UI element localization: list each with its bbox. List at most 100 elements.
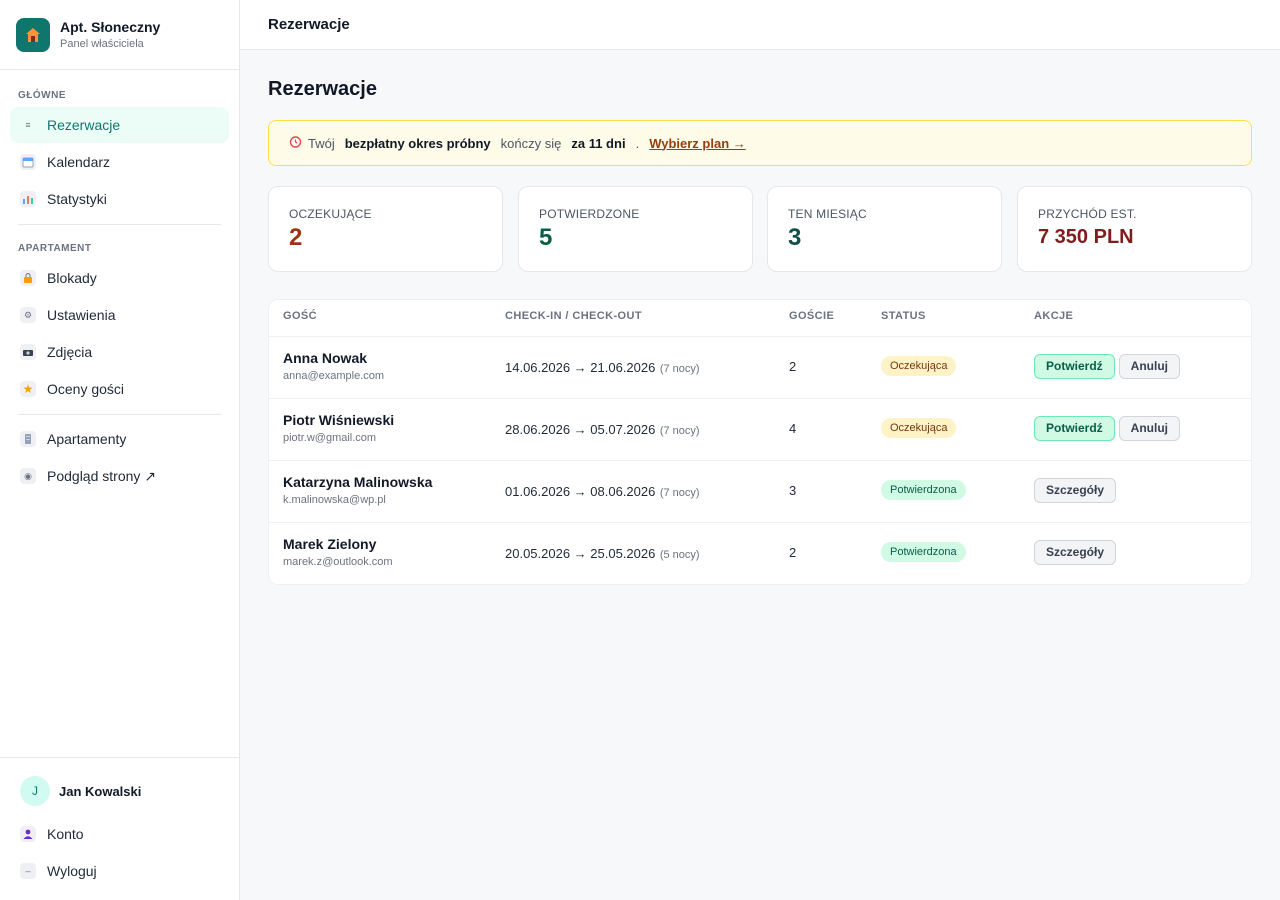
reservations-table: GOŚĆ CHECK-IN / CHECK-OUT GOŚCIE STATUS … <box>268 299 1252 585</box>
gear-icon: ⚙ <box>20 307 36 323</box>
trial-text-1: Twój <box>308 135 335 151</box>
sidebar-item-blokady[interactable]: Blokady <box>10 260 229 296</box>
trial-text-2: kończy się <box>500 135 562 151</box>
stat-label: OCZEKUJĄCE <box>289 207 372 221</box>
sidebar-item-label: Ustawienia <box>47 307 116 323</box>
guest-count: 2 <box>789 545 797 560</box>
sidebar-item-apartamenty[interactable]: Apartamenty <box>10 421 229 457</box>
sidebar-item-label: Wyloguj <box>47 863 97 879</box>
stay-nights: (7 nocy) <box>659 425 700 437</box>
user-name: Jan Kowalski <box>59 783 142 799</box>
stay-dates: 01.06.2026 → 08.06.2026 <box>505 484 656 499</box>
sidebar-item-label: Konto <box>47 826 84 842</box>
guest-name: Katarzyna Malinowska <box>283 474 433 490</box>
details-button[interactable]: Szczegóły <box>1034 540 1117 565</box>
column-header-actions: AKCJE <box>1034 310 1074 322</box>
details-button[interactable]: Szczegóły <box>1034 478 1117 503</box>
guest-name: Anna Nowak <box>283 350 368 366</box>
page-title: Rezerwacje <box>268 78 377 100</box>
sidebar-item-label: Rezerwacje <box>47 117 121 133</box>
user-profile[interactable]: J Jan Kowalski <box>20 776 141 806</box>
building-icon <box>20 431 36 447</box>
sidebar-item-label: Podgląd strony ↗ <box>47 467 157 484</box>
sidebar-item-label: Kalendarz <box>47 154 111 170</box>
sidebar-divider <box>18 224 221 225</box>
trial-banner: Twój bezpłatny okres próbny kończy się z… <box>268 120 1252 166</box>
choose-plan-link[interactable]: Wybierz plan → <box>649 136 746 151</box>
trial-days: za 11 dni <box>571 135 626 151</box>
eye-icon: ◉ <box>20 468 36 484</box>
sidebar-item-label: Zdjęcia <box>47 344 93 360</box>
brand-header: Apt. Słoneczny Panel właściciela <box>0 0 239 70</box>
sidebar-item-wyloguj[interactable]: – Wyloguj <box>10 853 229 889</box>
sidebar-item-ustawienia[interactable]: ⚙ Ustawienia <box>10 297 229 333</box>
stat-card-pending: OCZEKUJĄCE 2 <box>268 186 503 272</box>
stay-nights: (7 nocy) <box>659 487 700 499</box>
sidebar-item-kalendarz[interactable]: Kalendarz <box>10 144 229 180</box>
guest-name: Piotr Wiśniewski <box>283 412 395 428</box>
sidebar-item-statystyki[interactable]: Statystyki <box>10 181 229 217</box>
star-icon: ★ <box>20 381 36 397</box>
sidebar-item-rezerwacje[interactable]: ≡ Rezerwacje <box>10 107 229 143</box>
stay-nights: (7 nocy) <box>659 363 700 375</box>
sidebar-item-zdjecia[interactable]: Zdjęcia <box>10 334 229 370</box>
cancel-button[interactable]: Anuluj <box>1118 354 1180 379</box>
stat-value: 7 350 PLN <box>1038 226 1134 248</box>
trial-dot: . <box>635 135 640 151</box>
stat-label: POTWIERDZONE <box>539 207 640 221</box>
sidebar-item-konto[interactable]: Konto <box>10 816 229 852</box>
guest-email: anna@example.com <box>283 370 385 382</box>
stat-label: TEN MIESIĄC <box>788 207 867 221</box>
trial-text-bold-1: bezpłatny okres próbny <box>344 135 491 151</box>
guest-count: 3 <box>789 483 797 498</box>
column-header-guest: GOŚĆ <box>283 310 317 322</box>
table-row: Anna Nowak anna@example.com 14.06.2026 →… <box>269 337 1251 399</box>
guest-name: Marek Zielony <box>283 536 377 552</box>
stat-card-confirmed: POTWIERDZONE 5 <box>518 186 753 272</box>
calendar-icon <box>20 154 36 170</box>
confirm-button[interactable]: Potwierdź <box>1034 354 1115 379</box>
column-header-guests: GOŚCIE <box>789 310 835 322</box>
guest-count: 2 <box>789 359 797 374</box>
guest-email: piotr.w@gmail.com <box>283 432 377 444</box>
guest-count: 4 <box>789 421 797 436</box>
table-row: Piotr Wiśniewski piotr.w@gmail.com 28.06… <box>269 399 1251 461</box>
sidebar-item-label: Statystyki <box>47 191 107 207</box>
table-row: Katarzyna Malinowska k.malinowska@wp.pl … <box>269 461 1251 523</box>
stay-dates: 28.06.2026 → 05.07.2026 <box>505 422 656 437</box>
house-icon <box>16 17 50 52</box>
chart-icon <box>20 191 36 207</box>
sidebar-item-label: Apartamenty <box>47 431 127 447</box>
stay-nights: (5 nocy) <box>659 549 700 561</box>
cancel-button[interactable]: Anuluj <box>1118 416 1180 441</box>
user-icon <box>20 826 36 842</box>
status-badge: Potwierdzona <box>881 480 966 500</box>
stay-dates: 20.05.2026 → 25.05.2026 <box>505 546 656 561</box>
stat-value: 2 <box>289 224 303 251</box>
nav-section-apartment: APARTAMENT <box>18 243 92 254</box>
status-badge: Oczekująca <box>881 418 957 438</box>
stat-label: PRZYCHÓD EST. <box>1038 207 1137 221</box>
confirm-button[interactable]: Potwierdź <box>1034 416 1115 441</box>
stat-value: 3 <box>788 224 802 251</box>
sidebar: Apt. Słoneczny Panel właściciela GŁÓWNE … <box>0 0 240 900</box>
logout-icon: – <box>20 863 36 879</box>
list-icon: ≡ <box>25 120 31 130</box>
avatar: J <box>20 776 50 806</box>
topbar: Rezerwacje <box>240 0 1280 50</box>
nav-section-main: GŁÓWNE <box>18 90 66 101</box>
brand-name: Apt. Słoneczny <box>60 19 161 35</box>
sidebar-divider <box>18 414 221 415</box>
topbar-title: Rezerwacje <box>268 16 350 33</box>
stat-value: 5 <box>539 224 553 251</box>
lock-icon <box>20 270 36 286</box>
stay-dates: 14.06.2026 → 21.06.2026 <box>505 360 656 375</box>
stat-card-revenue: PRZYCHÓD EST. 7 350 PLN <box>1017 186 1252 272</box>
sidebar-item-label: Oceny gości <box>47 381 125 397</box>
alarm-clock-icon <box>289 135 302 151</box>
guest-email: marek.z@outlook.com <box>283 556 393 568</box>
sidebar-item-oceny[interactable]: ★ Oceny gości <box>10 371 229 407</box>
sidebar-item-podglad[interactable]: ◉ Podgląd strony ↗ <box>10 458 229 494</box>
table-header: GOŚĆ CHECK-IN / CHECK-OUT GOŚCIE STATUS … <box>269 300 1251 337</box>
status-badge: Oczekująca <box>881 356 957 376</box>
